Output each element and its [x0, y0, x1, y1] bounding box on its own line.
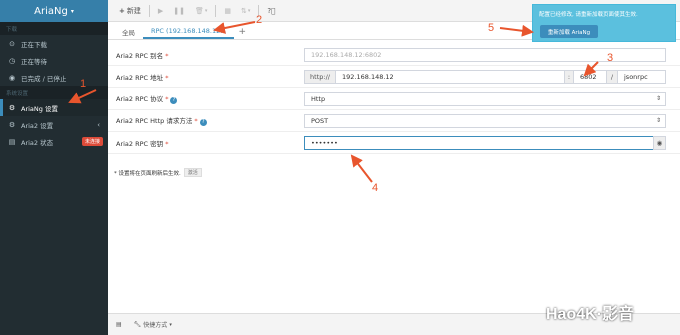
menu-icon[interactable]: ▤	[116, 321, 122, 328]
sidebar-item-label: 正在下载	[21, 40, 47, 49]
footnote-text: * 设置将在页面刷新后生效.	[114, 170, 181, 177]
toolbar-divider	[148, 4, 150, 17]
settings-footnote: * 设置将在页面刷新后生效. 激活	[114, 168, 202, 177]
sidebar: AriaNg ▾ 下载 ⊙ 正在下载 ◷ 正在等待 ◉ 已完成 / 已停止 系统设…	[0, 0, 108, 335]
rpc-method-row: Aria2 RPC Http 请求方法 *? POST ⇕	[108, 110, 680, 132]
footnote-tag[interactable]: 激活	[183, 168, 202, 177]
about-button[interactable]: ?⃝	[262, 0, 280, 22]
rpc-path-value: jsonrpc	[624, 72, 648, 81]
status-badge: 未连接	[81, 137, 103, 146]
play-circle-icon: ⊙	[9, 39, 15, 48]
server-icon: ▤	[8, 137, 16, 146]
watermark: Hao4K·影音	[546, 306, 635, 323]
sort-icon: ⇅	[241, 6, 247, 15]
pause-icon: ❚❚	[173, 6, 185, 15]
gears-icon: ⚙	[8, 120, 16, 129]
rpc-alias-placeholder: 192.168.148.12:6802	[311, 50, 382, 59]
shortcut-button[interactable]: 快捷方式	[143, 320, 167, 329]
brand-name: AriaNg	[34, 5, 68, 17]
question-circle-icon: ?⃝	[267, 6, 276, 15]
sidebar-item-aria2-status[interactable]: ▤ Aria2 状态 未连接	[0, 133, 108, 150]
toast-message: 配置已经修改, 请重新加载页面使其生效.	[539, 12, 638, 18]
caret-down-icon: ▾	[204, 7, 208, 14]
rpc-protocol-value: Http	[311, 94, 326, 103]
brand-logo[interactable]: AriaNg ▾	[0, 0, 108, 22]
sidebar-section-download: 下载	[0, 22, 108, 35]
start-button[interactable]: ▶	[153, 0, 168, 22]
notification-toast: 配置已经修改, 请重新加载页面使其生效. 重新加载 AriaNg	[532, 4, 676, 42]
reload-ariang-button[interactable]: 重新加载 AriaNg	[540, 25, 598, 38]
sidebar-item-aria2-settings[interactable]: ⚙ Aria2 设置 ‹	[0, 116, 108, 133]
sidebar-section-settings: 系统设置	[0, 86, 108, 99]
sidebar-item-waiting[interactable]: ◷ 正在等待	[0, 52, 108, 69]
chevron-left-icon: ‹	[97, 120, 100, 129]
rpc-secret-row: Aria2 RPC 密钥 * ••••••• ◉	[108, 132, 680, 154]
rpc-method-value: POST	[311, 116, 329, 125]
stop-circle-icon: ◉	[8, 73, 16, 82]
rpc-method-label: Aria2 RPC Http 请求方法 *?	[116, 115, 207, 126]
play-icon: ▶	[157, 6, 164, 15]
annotation-number-1: 1	[80, 78, 87, 90]
sidebar-item-label: Aria2 状态	[21, 138, 54, 147]
rpc-port-value: 6802	[580, 72, 597, 81]
rpc-host-value: 192.168.148.12	[342, 72, 394, 81]
gear-icon: ⚙	[8, 103, 16, 112]
main-content: 全局 RPC (192.168.148.12... + Aria2 RPC 别名…	[108, 22, 680, 313]
rpc-secret-value: •••••••	[311, 138, 338, 147]
rpc-method-select[interactable]: POST ⇕	[304, 113, 666, 128]
tab-global[interactable]: 全局	[114, 24, 143, 39]
wrench-icon: 🔧︎	[133, 321, 142, 328]
annotation-number-4: 4	[372, 182, 379, 194]
eye-icon: ◉	[656, 138, 663, 147]
toolbar-divider	[215, 4, 217, 17]
trash-icon: 🗑︎	[195, 6, 204, 15]
sidebar-item-downloading[interactable]: ⊙ 正在下载	[0, 35, 108, 52]
plus-icon: +	[119, 6, 125, 15]
rpc-protocol-addon: http://	[304, 69, 336, 84]
rpc-address-row: Aria2 RPC 地址 * http:// 192.168.148.12 : …	[108, 66, 680, 88]
delete-button[interactable]: 🗑︎ ▾	[190, 0, 212, 22]
sort-button[interactable]: ⇅ ▾	[236, 0, 255, 22]
rpc-alias-row: Aria2 RPC 别名 * 192.168.148.12:6802	[108, 44, 680, 66]
new-task-label: 新建	[126, 6, 141, 15]
annotation-number-3: 3	[607, 52, 614, 64]
new-task-button[interactable]: + 新建	[114, 0, 146, 22]
rpc-protocol-row: Aria2 RPC 协议 *? Http ⇕	[108, 88, 680, 110]
sidebar-item-label: 正在等待	[21, 57, 47, 66]
pause-button[interactable]: ❚❚	[168, 0, 190, 22]
help-icon[interactable]: ?	[199, 119, 207, 126]
sidebar-item-label: AriaNg 设置	[21, 104, 58, 113]
rpc-address-label: Aria2 RPC 地址 *	[116, 73, 169, 82]
caret-down-icon: ▾	[247, 7, 251, 14]
sidebar-item-label: 已完成 / 已停止	[21, 74, 67, 83]
rpc-port-input[interactable]: 6802	[573, 69, 607, 84]
annotation-number-5: 5	[488, 22, 495, 34]
add-tab-button[interactable]: +	[234, 24, 250, 39]
rpc-protocol-select[interactable]: Http ⇕	[304, 91, 666, 106]
rpc-secret-input[interactable]: •••••••	[304, 135, 654, 150]
select-arrows-icon: ⇕	[655, 117, 661, 124]
rpc-protocol-label: Aria2 RPC 协议 *?	[116, 93, 178, 104]
rpc-secret-label: Aria2 RPC 密钥 *	[116, 139, 169, 148]
rpc-alias-label: Aria2 RPC 别名 *	[116, 51, 169, 60]
rpc-path-input[interactable]: jsonrpc	[617, 69, 666, 84]
sidebar-item-ariang-settings[interactable]: ⚙ AriaNg 设置	[0, 99, 108, 116]
caret-down-icon: ▾	[169, 321, 172, 328]
sidebar-item-stopped[interactable]: ◉ 已完成 / 已停止	[0, 69, 108, 86]
rpc-host-input[interactable]: 192.168.148.12	[335, 69, 565, 84]
sidebar-item-label: Aria2 设置	[21, 121, 54, 130]
select-arrows-icon: ⇕	[655, 95, 661, 102]
show-secret-button[interactable]: ◉	[653, 135, 666, 150]
caret-down-icon: ▾	[70, 7, 74, 15]
help-icon[interactable]: ?	[170, 97, 178, 104]
clock-icon: ◷	[8, 56, 16, 65]
grid-icon: ▦	[224, 6, 232, 15]
select-all-button[interactable]: ▦	[219, 0, 236, 22]
tab-rpc[interactable]: RPC (192.168.148.12...	[143, 24, 235, 39]
annotation-number-2: 2	[256, 14, 263, 26]
